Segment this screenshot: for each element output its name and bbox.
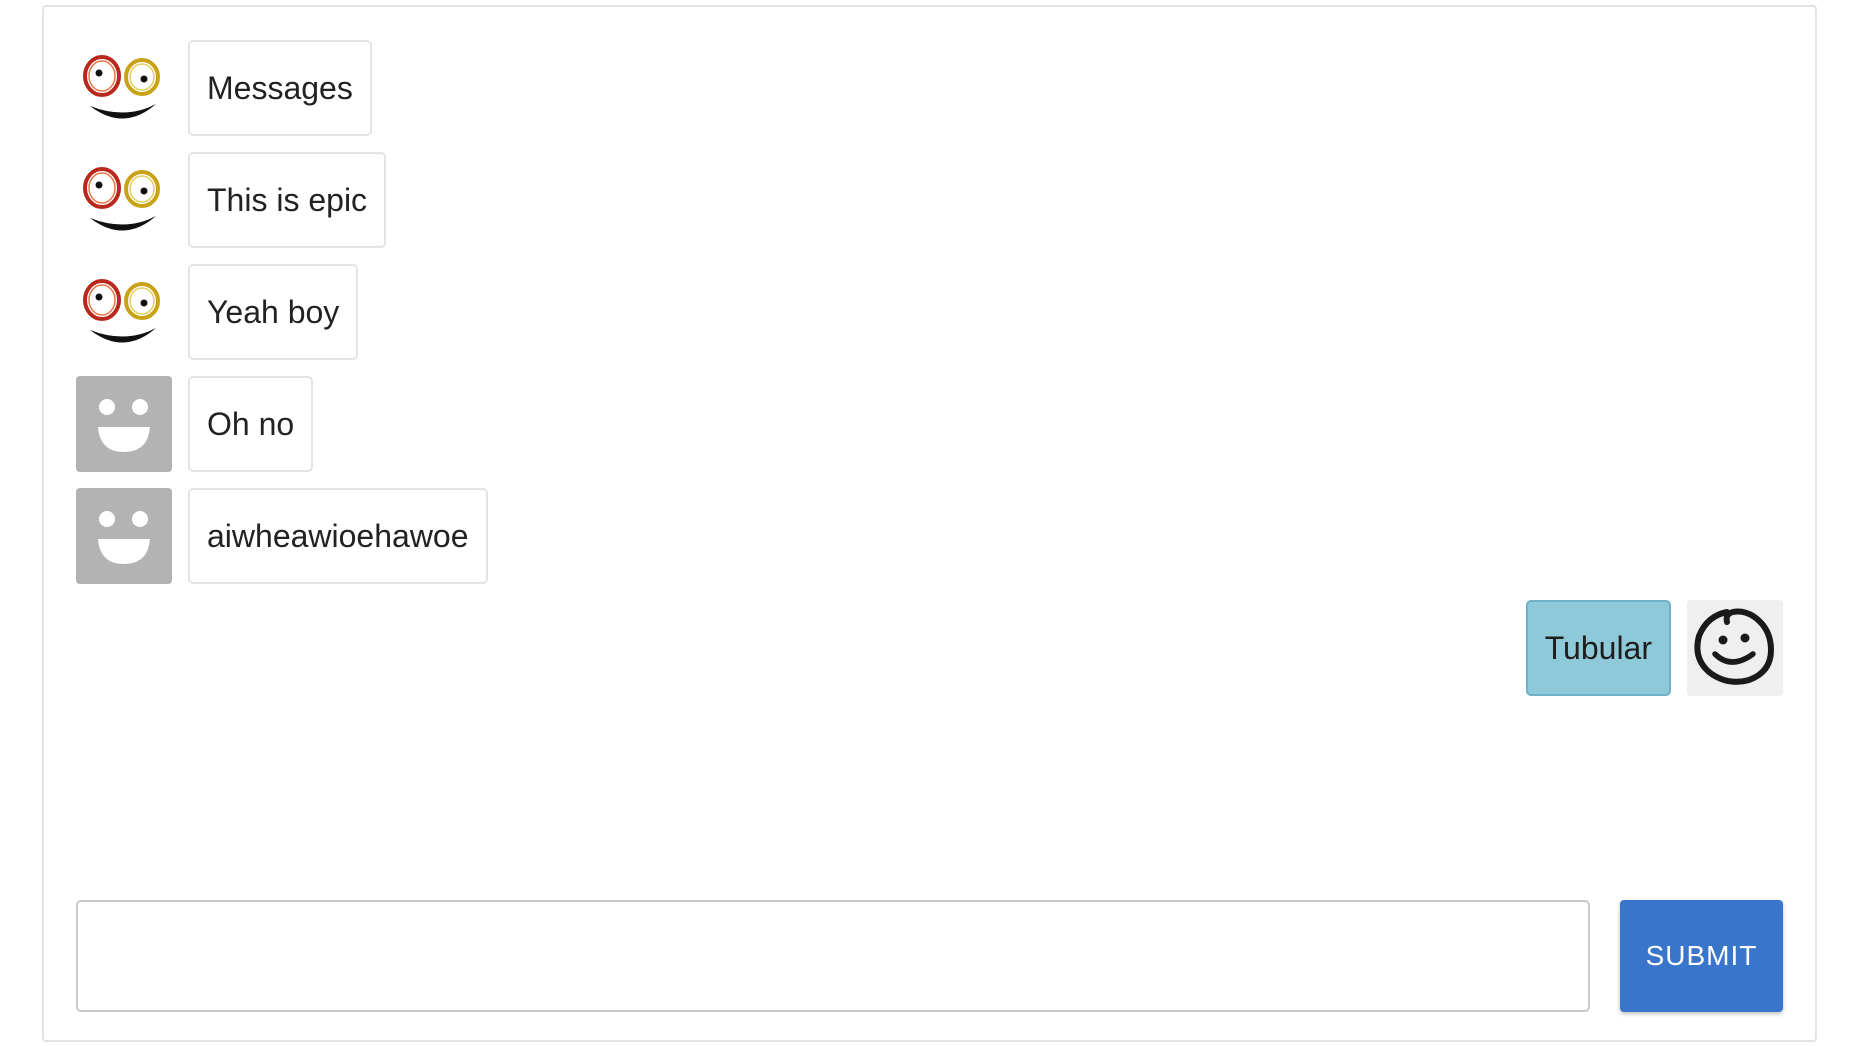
gray-smiley-icon (76, 376, 172, 472)
message-bubble: Yeah boy (188, 264, 359, 360)
gray-smiley-icon (76, 488, 172, 584)
message-row: Messages (76, 40, 372, 136)
googly-eyes-smile-icon (76, 152, 172, 248)
message-bubble: This is epic (188, 152, 387, 248)
message-row: Yeah boy (76, 264, 359, 360)
message-input[interactable] (76, 900, 1590, 1012)
googly-eyes-smile-icon (76, 264, 172, 360)
googly-eyes-smile-icon (76, 40, 172, 136)
message-row: This is epic (76, 152, 387, 248)
submit-button[interactable]: SUBMIT (1620, 900, 1783, 1012)
message-bubble: aiwheawioehawoe (188, 488, 488, 584)
chat-panel: Messages This is epic Yeah boy Oh no aiw… (42, 5, 1817, 1042)
message-bubble: Oh no (188, 376, 314, 472)
message-row-own: Tubular (1525, 600, 1783, 696)
message-composer: SUBMIT (76, 900, 1783, 1012)
message-bubble: Tubular (1525, 600, 1671, 696)
message-row: aiwheawioehawoe (76, 488, 488, 584)
message-bubble: Messages (188, 40, 372, 136)
message-row: Oh no (76, 376, 314, 472)
doodle-smiley-icon (1687, 600, 1783, 696)
